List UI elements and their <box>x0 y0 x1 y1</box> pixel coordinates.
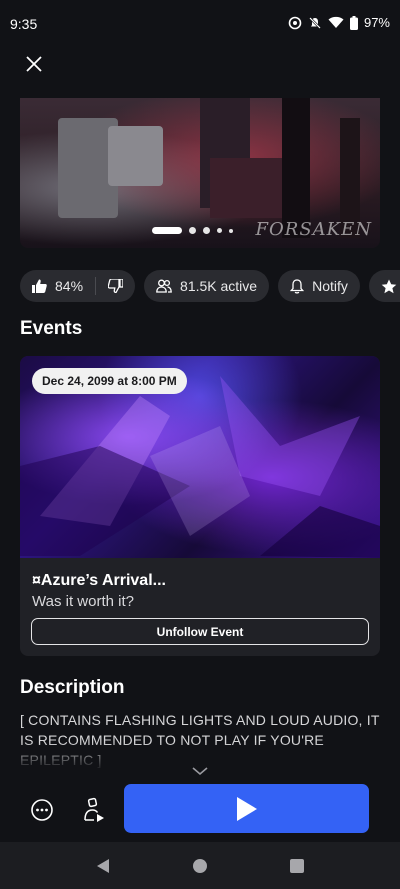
close-icon <box>26 56 42 72</box>
more-icon <box>31 799 53 821</box>
back-icon <box>97 858 110 873</box>
carousel-dot[interactable] <box>229 228 233 233</box>
more-options-button[interactable] <box>28 796 56 824</box>
event-card[interactable]: Dec 24, 2099 at 8:00 PM ¤Azure’s Arrival… <box>20 356 380 656</box>
bell-icon <box>290 278 305 294</box>
star-icon <box>381 279 397 293</box>
carousel-dot[interactable] <box>203 227 210 234</box>
carousel-dot[interactable] <box>189 227 196 234</box>
notify-label: Notify <box>312 278 348 294</box>
battery-icon <box>349 15 358 30</box>
events-heading: Events <box>20 318 83 339</box>
people-icon <box>156 279 172 293</box>
chevron-down-icon <box>192 767 208 776</box>
event-image: Dec 24, 2099 at 8:00 PM <box>20 356 380 558</box>
battery-percent: 97% <box>363 15 390 30</box>
status-icons: 97% <box>288 15 390 30</box>
nav-back-button[interactable] <box>91 854 115 878</box>
play-button[interactable] <box>124 784 369 833</box>
system-nav-bar <box>0 842 400 889</box>
notify-chip[interactable]: Notify <box>278 270 360 302</box>
favorite-chip[interactable]: Fa <box>368 270 400 302</box>
event-subtitle: Was it worth it? <box>32 593 134 610</box>
data-saver-icon <box>288 16 302 29</box>
thumbs-down-icon[interactable] <box>108 279 124 293</box>
play-icon <box>236 796 257 821</box>
carousel-dots <box>152 227 233 234</box>
unfollow-event-button[interactable]: Unfollow Event <box>31 618 369 645</box>
close-button[interactable] <box>22 52 46 76</box>
status-bar: 9:35 97% <box>0 0 400 46</box>
recents-icon <box>289 858 304 873</box>
party-play-button[interactable] <box>80 796 108 824</box>
hero-carousel[interactable]: FORSAKEN <box>20 98 380 248</box>
thumbs-up-icon[interactable] <box>32 279 47 293</box>
expand-description-button[interactable] <box>190 764 210 778</box>
vote-divider <box>95 277 97 295</box>
party-icon <box>84 797 104 822</box>
hero-watermark: FORSAKEN <box>255 219 372 240</box>
vote-chip[interactable]: 84% <box>20 270 136 302</box>
game-actions-chips: 84% 81.5K active Notify Fa <box>20 270 400 302</box>
nav-recents-button[interactable] <box>285 854 309 878</box>
description-heading: Description <box>20 677 125 698</box>
bottom-action-bar <box>0 778 400 842</box>
notifications-off-icon <box>309 16 321 29</box>
nav-home-button[interactable] <box>188 854 212 878</box>
event-title: ¤Azure’s Arrival... <box>32 572 166 589</box>
event-date-badge: Dec 24, 2099 at 8:00 PM <box>32 368 187 394</box>
active-players-chip[interactable]: 81.5K active <box>144 270 270 302</box>
status-time: 9:35 <box>10 16 38 32</box>
active-count: 81.5K active <box>180 278 258 294</box>
like-percent: 84% <box>55 278 84 294</box>
home-icon <box>192 858 207 873</box>
carousel-dot[interactable] <box>217 228 222 233</box>
wifi-icon <box>328 16 344 28</box>
carousel-dot-active[interactable] <box>152 227 182 234</box>
